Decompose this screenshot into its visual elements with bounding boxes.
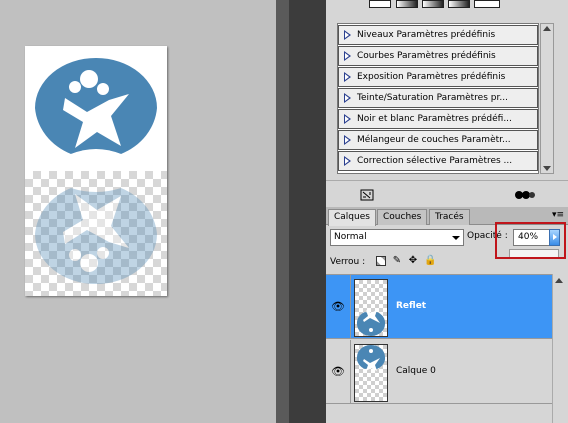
preset-label: Mélangeur de couches Paramètr... bbox=[357, 135, 511, 145]
thumbnail-reflection-icon bbox=[356, 310, 386, 336]
layers-scrollbar[interactable] bbox=[552, 274, 568, 423]
gradient-icon[interactable] bbox=[448, 0, 470, 8]
tab-couches[interactable]: Couches bbox=[377, 209, 428, 225]
visibility-eye-icon[interactable]: 👁 bbox=[329, 364, 347, 380]
brightness-icon[interactable] bbox=[369, 0, 391, 8]
preset-curves[interactable]: Courbes Paramètres prédéfinis bbox=[338, 46, 538, 66]
thumbnail-logo-icon bbox=[356, 345, 386, 371]
column-divider bbox=[350, 275, 351, 338]
lock-brush-icon[interactable]: ✎ bbox=[392, 256, 402, 266]
layer-name: Reflet bbox=[396, 301, 427, 311]
layer-thumbnail bbox=[354, 344, 388, 402]
preset-exposure[interactable]: Exposition Paramètres prédéfinis bbox=[338, 67, 538, 87]
preset-levels[interactable]: Niveaux Paramètres prédéfinis bbox=[338, 25, 538, 45]
scroll-up-icon[interactable] bbox=[555, 278, 563, 283]
exposure-icon[interactable] bbox=[422, 0, 444, 8]
chevron-down-icon bbox=[452, 236, 460, 240]
adjustment-icons-row bbox=[326, 0, 568, 12]
expand-triangle-icon bbox=[344, 30, 351, 40]
document-area bbox=[0, 0, 276, 423]
hue-icon[interactable] bbox=[474, 0, 500, 8]
visibility-eye-icon[interactable]: 👁 bbox=[329, 299, 347, 315]
panel-dock-strip bbox=[289, 0, 326, 423]
preset-label: Niveaux Paramètres prédéfinis bbox=[357, 30, 496, 40]
expand-triangle-icon bbox=[344, 93, 351, 103]
expand-triangle-icon bbox=[344, 135, 351, 145]
eye-glasses-icon[interactable] bbox=[514, 188, 536, 202]
preset-label: Courbes Paramètres prédéfinis bbox=[357, 51, 496, 61]
adjustment-presets-list: Niveaux Paramètres prédéfinis Courbes Pa… bbox=[337, 23, 539, 174]
expand-triangle-icon bbox=[344, 51, 351, 61]
layer-thumbnail bbox=[354, 279, 388, 337]
preset-label: Correction sélective Paramètres ... bbox=[357, 156, 513, 166]
expand-triangle-icon bbox=[344, 156, 351, 166]
preset-label: Exposition Paramètres prédéfinis bbox=[357, 72, 506, 82]
adjustment-scrollbar[interactable] bbox=[540, 23, 554, 174]
layers-list: 👁 Reflet 👁 Calque 0 bbox=[326, 274, 552, 423]
logo-image bbox=[34, 57, 158, 285]
panels-column: Niveaux Paramètres prédéfinis Courbes Pa… bbox=[326, 0, 568, 423]
tab-calques[interactable]: Calques bbox=[328, 209, 376, 226]
adjustment-footer bbox=[326, 180, 568, 206]
lock-transparency-icon[interactable] bbox=[376, 256, 386, 266]
tab-traces[interactable]: Tracés bbox=[429, 209, 470, 225]
lock-label: Verrou : bbox=[330, 257, 366, 267]
blend-mode-value: Normal bbox=[334, 232, 367, 242]
preset-hue-saturation[interactable]: Teinte/Saturation Paramètres pr... bbox=[338, 88, 538, 108]
lock-row: Verrou : ✎ ✥ 🔒 bbox=[326, 250, 506, 272]
preset-label: Noir et blanc Paramètres prédéfi... bbox=[357, 114, 512, 124]
column-divider bbox=[350, 340, 351, 403]
expand-triangle-icon bbox=[344, 114, 351, 124]
clip-icon[interactable] bbox=[360, 189, 374, 201]
preset-channel-mixer[interactable]: Mélangeur de couches Paramètr... bbox=[338, 130, 538, 150]
logo-original bbox=[34, 57, 158, 171]
preset-selective-color[interactable]: Correction sélective Paramètres ... bbox=[338, 151, 538, 171]
preset-black-white[interactable]: Noir et blanc Paramètres prédéfi... bbox=[338, 109, 538, 129]
scroll-down-icon[interactable] bbox=[543, 166, 551, 171]
logo-reflection bbox=[34, 188, 158, 285]
lock-all-icon[interactable]: 🔒 bbox=[424, 256, 436, 266]
panel-menu-icon[interactable]: ▾≡ bbox=[552, 210, 564, 220]
layer-name: Calque 0 bbox=[396, 366, 436, 376]
scroll-up-icon[interactable] bbox=[543, 26, 551, 31]
preset-label: Teinte/Saturation Paramètres pr... bbox=[357, 93, 508, 103]
expand-triangle-icon bbox=[344, 72, 351, 82]
curves-icon[interactable] bbox=[396, 0, 418, 8]
layer-row-calque-0[interactable]: 👁 Calque 0 bbox=[326, 340, 552, 404]
lock-move-icon[interactable]: ✥ bbox=[408, 256, 418, 266]
window-divider bbox=[276, 0, 289, 423]
document-canvas[interactable] bbox=[25, 46, 167, 296]
layer-row-reflet[interactable]: 👁 Reflet bbox=[326, 275, 552, 339]
blend-mode-select[interactable]: Normal bbox=[330, 229, 464, 246]
